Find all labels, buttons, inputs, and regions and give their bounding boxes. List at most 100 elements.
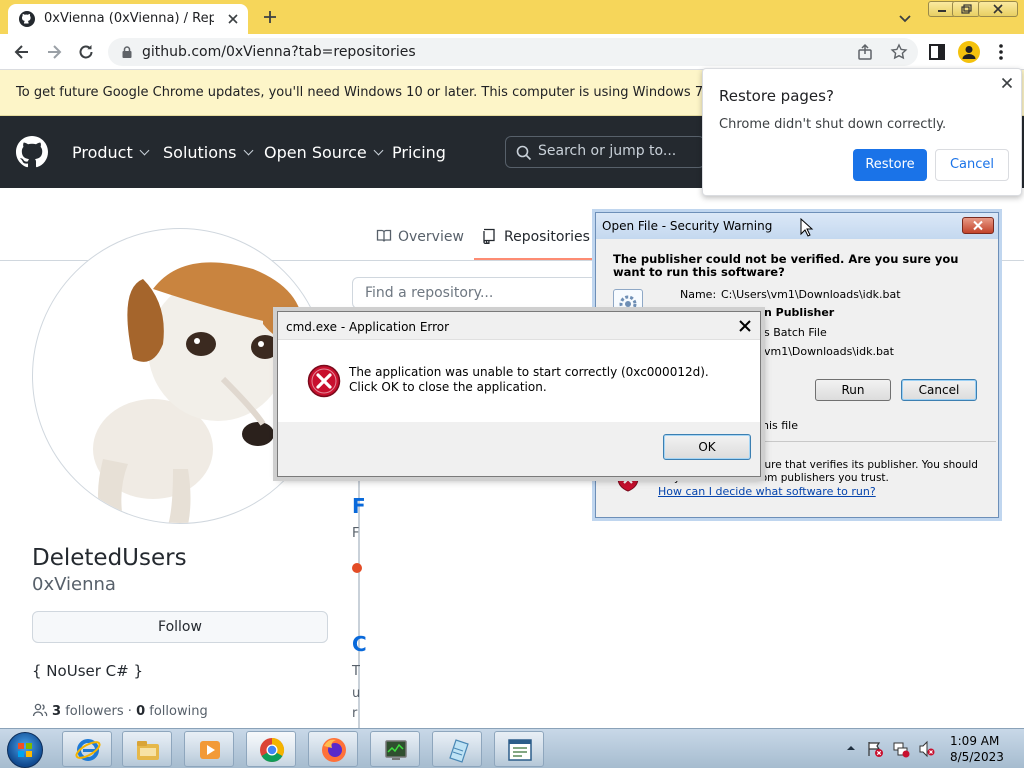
tab-repositories[interactable]: Repositories [482, 228, 590, 245]
dialog-titlebar[interactable]: cmd.exe - Application Error [278, 312, 760, 340]
tab-overview[interactable]: Overview [376, 228, 464, 245]
bookmark-star-icon[interactable] [890, 43, 908, 61]
task-manager-icon [385, 740, 407, 760]
taskbar: 1:09 AM 8/5/2023 [0, 728, 1024, 768]
nav-pricing-label: Pricing [392, 143, 446, 162]
warning-question: The publisher could not be verified. Are… [613, 252, 959, 279]
followers-count[interactable]: 3 [52, 704, 61, 719]
dialog-close-button[interactable] [962, 217, 994, 234]
dialog-title: Open File - Security Warning [602, 219, 773, 233]
tab-search-chevron-icon[interactable] [896, 9, 914, 27]
chevron-down-icon [139, 145, 150, 156]
close-icon[interactable] [999, 75, 1015, 91]
ok-button[interactable]: OK [663, 434, 751, 460]
always-ask-checkbox-label[interactable]: his file [762, 419, 798, 432]
notepad-icon [449, 739, 469, 763]
lock-icon[interactable] [120, 45, 134, 59]
chevron-down-icon [373, 145, 384, 156]
browser-toolbar: github.com/0xVienna?tab=repositories [0, 34, 1024, 70]
taskbar-chrome[interactable] [246, 731, 296, 767]
window-close-button[interactable] [978, 1, 1018, 17]
restore-button[interactable]: Restore [853, 149, 927, 181]
repository-search-input[interactable]: Find a repository... [352, 277, 612, 309]
type-value: s Batch File [764, 326, 827, 339]
taskbar-task-manager[interactable] [370, 731, 420, 767]
name-value: C:\Users\vm1\Downloads\idk.bat [721, 288, 901, 301]
tab-title: 0xVienna (0xVienna) / Repositori [44, 11, 214, 26]
new-tab-plus-icon[interactable] [260, 7, 280, 27]
from-value: vm1\Downloads\idk.bat [764, 345, 894, 358]
language-color-dot [352, 563, 362, 573]
address-bar[interactable]: github.com/0xVienna?tab=repositories [108, 38, 918, 66]
clock-time[interactable]: 1:09 AM [950, 734, 999, 748]
chrome-menu-icon[interactable] [996, 43, 1006, 61]
restore-cancel-button[interactable]: Cancel [935, 149, 1009, 181]
action-center-flag-icon[interactable] [866, 740, 884, 758]
search-icon [516, 145, 532, 161]
name-label: Name: [680, 288, 717, 301]
repo-icon [483, 228, 495, 244]
nav-product[interactable]: Product [72, 143, 150, 162]
profile-full-name: DeletedUsers [32, 545, 187, 571]
windows-logo-icon [18, 743, 32, 757]
back-arrow-icon[interactable] [12, 42, 32, 62]
search-placeholder: Search or jump to... [538, 143, 677, 159]
followers-label[interactable]: followers [65, 704, 123, 719]
chrome-icon [260, 738, 285, 763]
infobar-message: To get future Google Chrome updates, you… [16, 85, 708, 100]
clock-date[interactable]: 8/5/2023 [950, 750, 1004, 764]
cancel-button[interactable]: Cancel [901, 379, 977, 401]
error-message: The application was unable to start corr… [349, 365, 709, 394]
taskbar-notepad[interactable] [432, 731, 482, 767]
close-icon[interactable] [736, 317, 754, 335]
profile-username: 0xVienna [32, 574, 116, 595]
window-restore-button[interactable] [952, 1, 980, 17]
taskbar-media-player[interactable] [184, 731, 234, 767]
github-search-input[interactable]: Search or jump to... [505, 136, 705, 168]
browser-tab[interactable]: 0xVienna (0xVienna) / Repositori [8, 4, 248, 34]
following-count[interactable]: 0 [136, 704, 145, 719]
repo-text-fragment: u [352, 686, 361, 701]
taskbar-app-window[interactable] [494, 731, 544, 767]
start-button[interactable] [7, 732, 43, 768]
show-hidden-icons-arrow-icon[interactable] [846, 743, 856, 753]
restore-title: Restore pages? [719, 87, 834, 105]
repo-name-fragment[interactable]: C [352, 632, 367, 656]
profile-bio: { NoUser C# } [32, 662, 144, 680]
forward-arrow-icon[interactable] [44, 42, 64, 62]
tab-close-icon[interactable] [224, 10, 242, 28]
firefox-icon [322, 738, 346, 762]
chevron-down-icon [243, 145, 253, 156]
side-panel-icon[interactable] [928, 43, 946, 61]
network-icon[interactable] [892, 740, 910, 758]
following-label[interactable]: following [149, 704, 207, 719]
repo-name-fragment[interactable]: F [352, 494, 366, 518]
internet-explorer-icon [75, 739, 101, 761]
repo-search-placeholder: Find a repository... [365, 285, 494, 301]
dialog-footer: OK [278, 422, 760, 476]
reload-icon[interactable] [76, 42, 96, 62]
taskbar-internet-explorer[interactable] [62, 731, 112, 767]
nav-open-source[interactable]: Open Source [264, 143, 384, 162]
share-icon[interactable] [856, 43, 874, 61]
follow-button[interactable]: Follow [32, 611, 328, 643]
taskbar-windows-explorer[interactable] [122, 731, 172, 767]
github-favicon-icon [19, 11, 35, 27]
app-window-icon [508, 739, 532, 761]
url-text: github.com/0xVienna?tab=repositories [142, 44, 416, 60]
profile-avatar-icon[interactable] [958, 41, 980, 63]
dialog-titlebar[interactable]: Open File - Security Warning [596, 213, 998, 239]
restore-message: Chrome didn't shut down correctly. [719, 117, 947, 132]
nav-solutions[interactable]: Solutions [163, 143, 253, 162]
nav-solutions-label: Solutions [163, 143, 237, 162]
people-icon [32, 703, 48, 717]
run-button[interactable]: Run [815, 379, 891, 401]
error-icon [307, 364, 341, 398]
taskbar-firefox[interactable] [308, 731, 358, 767]
github-logo-icon[interactable] [16, 136, 48, 168]
dialog-title: cmd.exe - Application Error [286, 320, 450, 334]
nav-pricing[interactable]: Pricing [392, 143, 446, 162]
help-link[interactable]: How can I decide what software to run? [658, 485, 876, 498]
volume-muted-icon[interactable] [918, 740, 936, 758]
mouse-cursor-icon [800, 218, 814, 238]
